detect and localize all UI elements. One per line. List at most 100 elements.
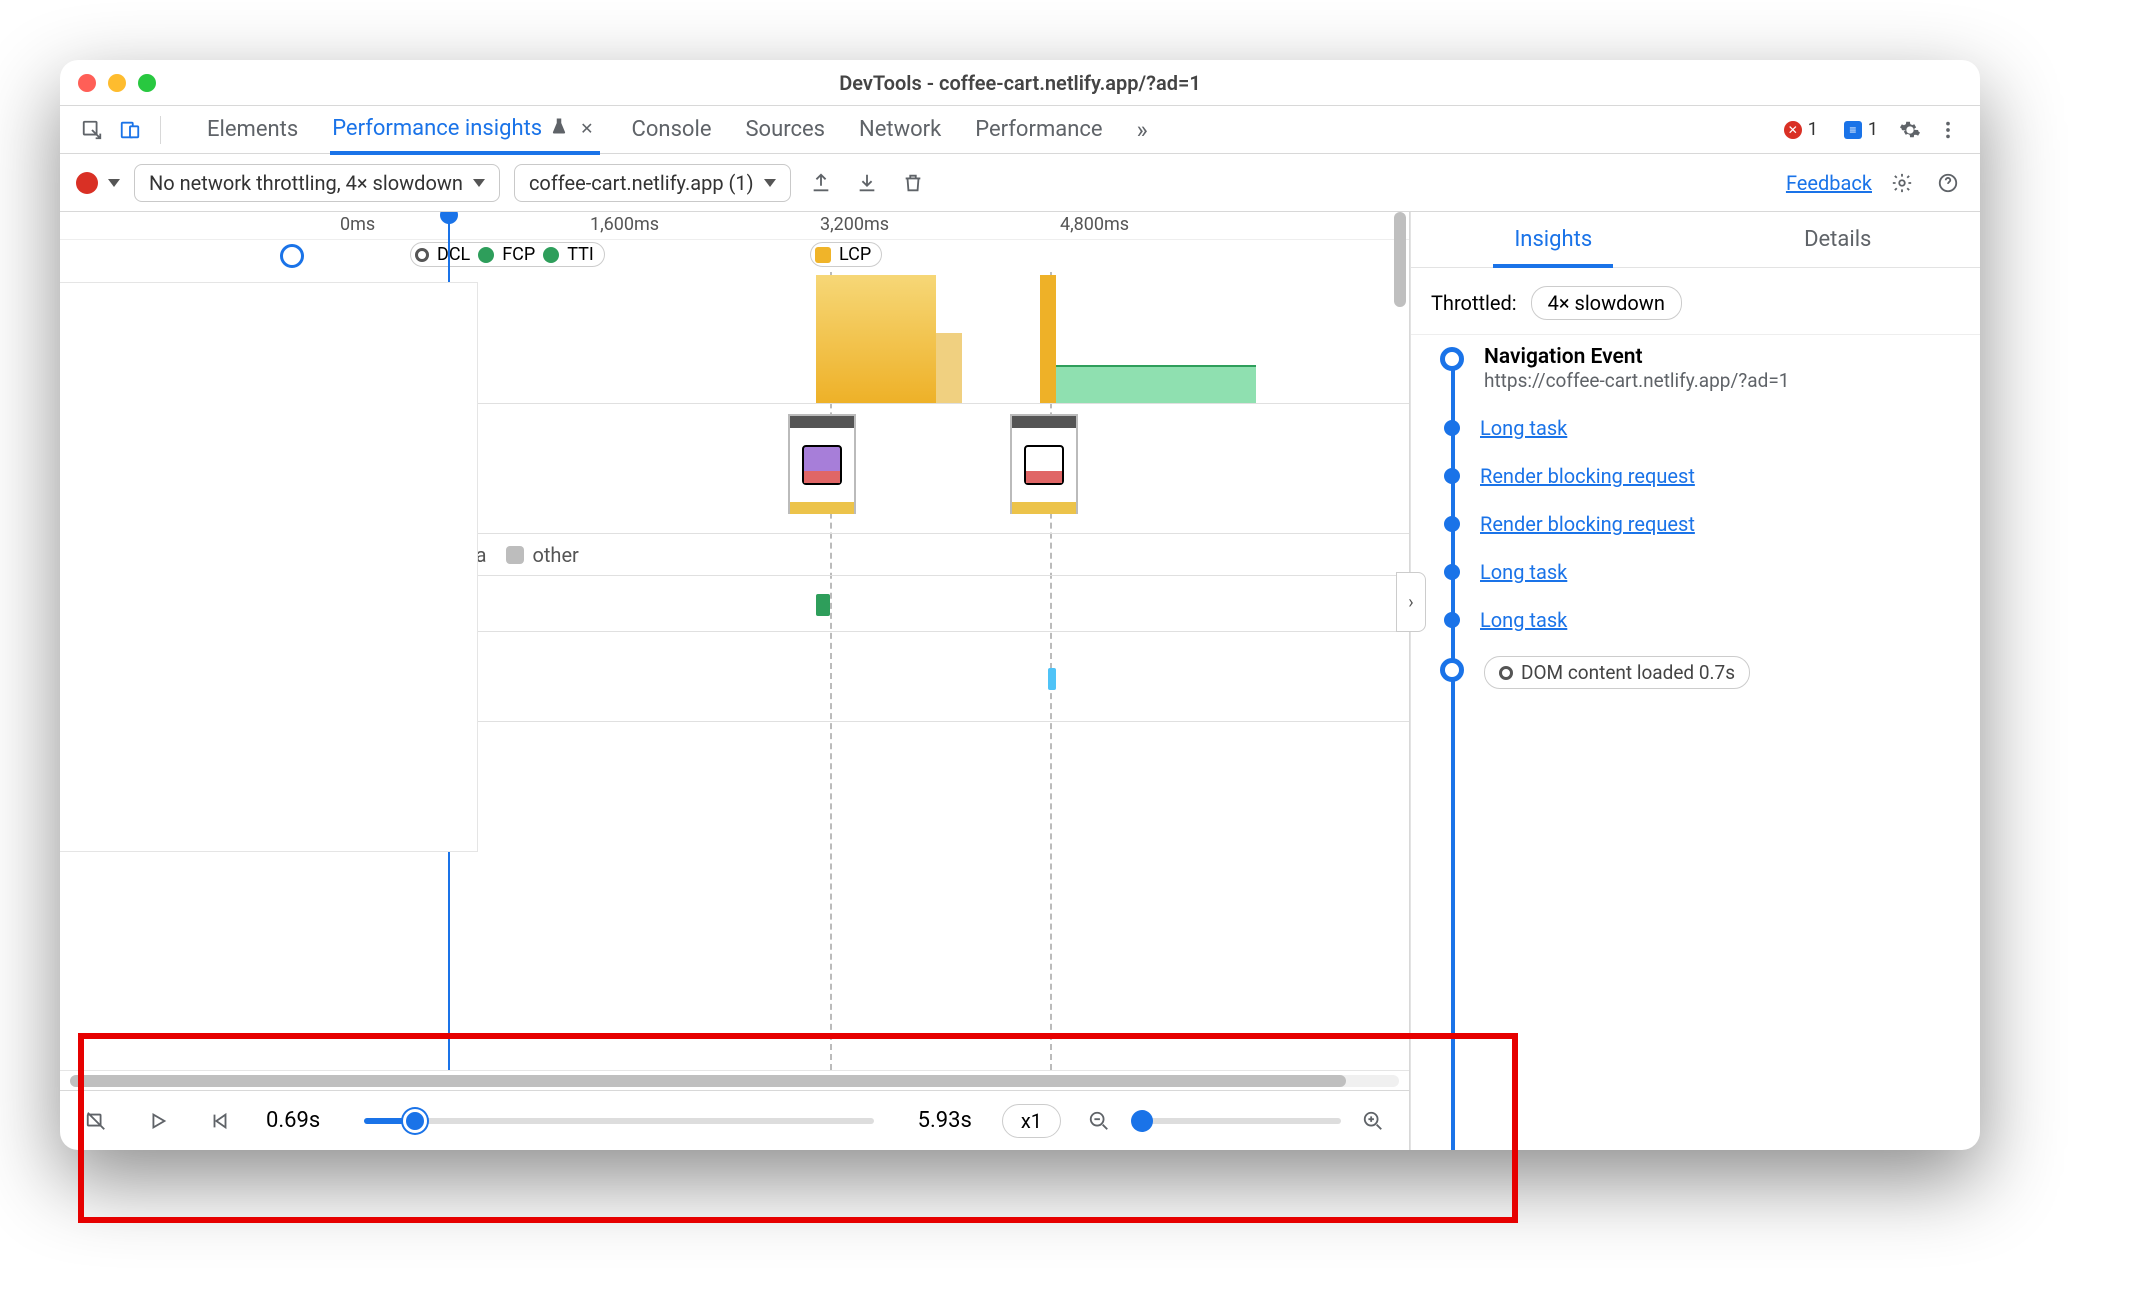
insights-tabs: Insights Details	[1411, 212, 1980, 268]
insight-long-task[interactable]: Long task	[1431, 608, 1960, 632]
insight-link[interactable]: Long task	[1480, 608, 1567, 632]
throttling-dropdown[interactable]: No network throttling, 4× slowdown	[134, 164, 500, 202]
toggle-visibility-icon[interactable]	[80, 1105, 112, 1137]
delete-icon[interactable]	[897, 167, 929, 199]
timeline-dot-icon	[1444, 612, 1460, 628]
feedback-link[interactable]: Feedback	[1786, 171, 1872, 195]
insights-timeline[interactable]: Navigation Event https://coffee-cart.net…	[1411, 335, 1980, 1150]
tab-details-label: Details	[1804, 227, 1871, 252]
insight-link[interactable]: Render blocking request	[1480, 464, 1695, 488]
marker-lcp[interactable]: LCP	[810, 242, 882, 267]
zoom-slider-handle[interactable]	[1131, 1110, 1153, 1132]
chevron-down-icon	[764, 179, 776, 187]
ruler-tick: 4,800ms	[1060, 214, 1129, 235]
devtools-tabs-row: Elements Performance insights ✕ Console …	[60, 106, 1980, 154]
performance-toolbar: No network throttling, 4× slowdown coffe…	[60, 154, 1980, 212]
flask-icon	[550, 116, 568, 141]
collapse-panel-button[interactable]: ›	[1396, 572, 1426, 632]
timeline-dot-icon	[1440, 347, 1464, 371]
content-area: 0ms 1,600ms 3,200ms 4,800ms DCL FCP TTI	[60, 212, 1980, 1150]
divider	[160, 116, 161, 144]
ruler-tick: 1,600ms	[590, 214, 659, 235]
insight-link[interactable]: Long task	[1480, 416, 1567, 440]
ruler-tick: 3,200ms	[820, 214, 889, 235]
tab-network[interactable]: Network	[857, 107, 943, 152]
panel-tabs: Elements Performance insights ✕ Console …	[205, 106, 1150, 154]
screenshot-thumb[interactable]	[1010, 414, 1078, 514]
screenshot-thumb[interactable]	[788, 414, 856, 514]
tab-performance[interactable]: Performance	[973, 107, 1104, 152]
insight-subtitle: https://coffee-cart.netlify.app/?ad=1	[1484, 369, 1789, 392]
insight-link[interactable]: Render blocking request	[1480, 512, 1695, 536]
chevron-down-icon	[473, 179, 485, 187]
playback-slider[interactable]	[364, 1118, 873, 1124]
dcl-ring-icon	[1499, 666, 1513, 680]
error-badge[interactable]: ✕ 1	[1774, 117, 1828, 142]
message-badge[interactable]: ≡ 1	[1834, 117, 1888, 142]
session-label: coffee-cart.netlify.app (1)	[529, 171, 754, 195]
insight-link[interactable]: Long task	[1480, 560, 1567, 584]
tooltip-preview	[60, 282, 478, 852]
vertical-scrollbar[interactable]	[1391, 212, 1409, 422]
play-icon[interactable]	[142, 1105, 174, 1137]
throttled-chip[interactable]: 4× slowdown	[1531, 286, 1682, 320]
device-toolbar-icon[interactable]	[114, 114, 146, 146]
timeline-dot-icon	[1444, 564, 1460, 580]
zoom-out-icon[interactable]	[1083, 1105, 1115, 1137]
help-icon[interactable]	[1932, 167, 1964, 199]
playback-slider-handle[interactable]	[403, 1109, 427, 1133]
legend-other: other	[506, 543, 578, 567]
horizontal-scrollbar[interactable]	[60, 1070, 1409, 1090]
settings-icon[interactable]	[1894, 114, 1926, 146]
tab-details[interactable]: Details	[1696, 212, 1981, 267]
tab-elements[interactable]: Elements	[205, 107, 300, 152]
cpu-block	[1040, 275, 1056, 403]
tabs-overflow[interactable]: »	[1135, 106, 1150, 154]
window-titlebar: DevTools - coffee-cart.netlify.app/?ad=1	[60, 60, 1980, 106]
marker-tti-icon	[543, 247, 559, 263]
marker-timings[interactable]: DCL FCP TTI	[410, 242, 605, 267]
dcl-chip[interactable]: DOM content loaded 0.7s	[1484, 656, 1750, 689]
zoom-controls	[1083, 1105, 1389, 1137]
insight-render-blocking[interactable]: Render blocking request	[1431, 512, 1960, 536]
network-bar[interactable]	[816, 594, 830, 616]
network-bar[interactable]	[1048, 668, 1056, 690]
record-dropdown-caret[interactable]	[108, 179, 120, 187]
import-icon[interactable]	[851, 167, 883, 199]
tab-insights[interactable]: Insights	[1411, 212, 1696, 267]
marker-dcl-label: DCL	[437, 244, 470, 265]
message-count: 1	[1868, 119, 1878, 140]
error-count: 1	[1808, 119, 1818, 140]
cpu-block	[936, 333, 962, 403]
timeline-area[interactable]: 0ms 1,600ms 3,200ms 4,800ms DCL FCP TTI	[60, 212, 1409, 1070]
marker-fcp-label: FCP	[502, 244, 535, 265]
tab-performance-insights[interactable]: Performance insights ✕	[330, 106, 599, 155]
devtools-window: DevTools - coffee-cart.netlify.app/?ad=1…	[60, 60, 1980, 1150]
zoom-slider[interactable]	[1131, 1118, 1341, 1124]
ruler-tick: 0ms	[340, 214, 375, 235]
zoom-in-icon[interactable]	[1357, 1105, 1389, 1137]
playback-speed-button[interactable]: x1	[1002, 1104, 1061, 1138]
rewind-icon[interactable]	[204, 1105, 236, 1137]
tab-console[interactable]: Console	[630, 107, 714, 152]
timeline-dot-icon	[1444, 468, 1460, 484]
insights-panel: › Insights Details Throttled: 4× slowdow…	[1410, 212, 1980, 1150]
tab-sources[interactable]: Sources	[743, 107, 827, 152]
record-button[interactable]	[76, 172, 98, 194]
panel-settings-icon[interactable]	[1886, 167, 1918, 199]
insight-long-task[interactable]: Long task	[1431, 416, 1960, 440]
insight-long-task[interactable]: Long task	[1431, 560, 1960, 584]
tab-close-button[interactable]: ✕	[576, 119, 597, 138]
inspect-element-icon[interactable]	[76, 114, 108, 146]
timeline-dot-icon	[1444, 420, 1460, 436]
cpu-block	[816, 275, 936, 403]
more-icon[interactable]	[1932, 114, 1964, 146]
export-icon[interactable]	[805, 167, 837, 199]
time-ruler[interactable]: 0ms 1,600ms 3,200ms 4,800ms	[60, 212, 1409, 240]
session-dropdown[interactable]: coffee-cart.netlify.app (1)	[514, 164, 791, 202]
insight-render-blocking[interactable]: Render blocking request	[1431, 464, 1960, 488]
insight-navigation-event[interactable]: Navigation Event https://coffee-cart.net…	[1431, 345, 1960, 392]
insight-dcl[interactable]: DOM content loaded 0.7s	[1431, 656, 1960, 689]
dcl-chip-label: DOM content loaded 0.7s	[1521, 661, 1735, 684]
marker-nav[interactable]	[280, 244, 304, 268]
